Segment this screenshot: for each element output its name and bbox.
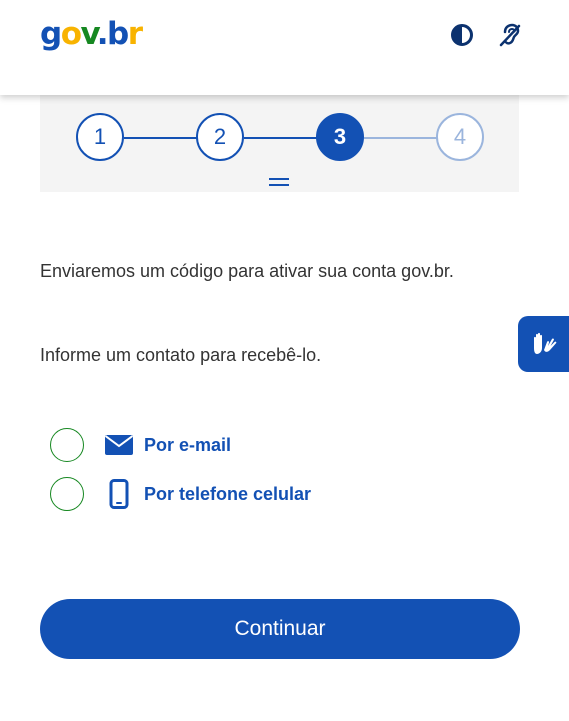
current-step-marker [269,178,289,190]
step-connector [124,137,198,139]
phone-radio[interactable] [50,477,84,511]
contrast-icon[interactable] [449,22,475,48]
envelope-icon [104,430,134,460]
step-connector [244,137,318,139]
continue-button[interactable]: Continuar [40,599,520,659]
option-email[interactable]: Por e-mail [50,425,231,465]
govbr-logo[interactable]: gov.br [40,14,143,54]
hearing-impaired-icon[interactable] [497,22,523,48]
intro-text: Enviaremos um código para ativar sua con… [40,261,454,281]
step-1[interactable]: 1 [76,113,124,161]
email-label[interactable]: Por e-mail [144,435,231,456]
step-4: 4 [436,113,484,161]
step-2[interactable]: 2 [196,113,244,161]
instruction-text: Informe um contato para recebê-lo. [40,345,322,365]
step-3-current: 3 [316,113,364,161]
sign-language-hands-icon[interactable] [518,316,569,372]
step-connector [364,137,438,139]
option-phone[interactable]: Por telefone celular [50,474,311,514]
phone-label[interactable]: Por telefone celular [144,484,311,505]
email-radio[interactable] [50,428,84,462]
header: gov.br [0,0,569,95]
mobile-phone-icon [104,479,134,509]
page: gov.br 1 2 3 4 Enviaremos um código para… [0,0,569,721]
